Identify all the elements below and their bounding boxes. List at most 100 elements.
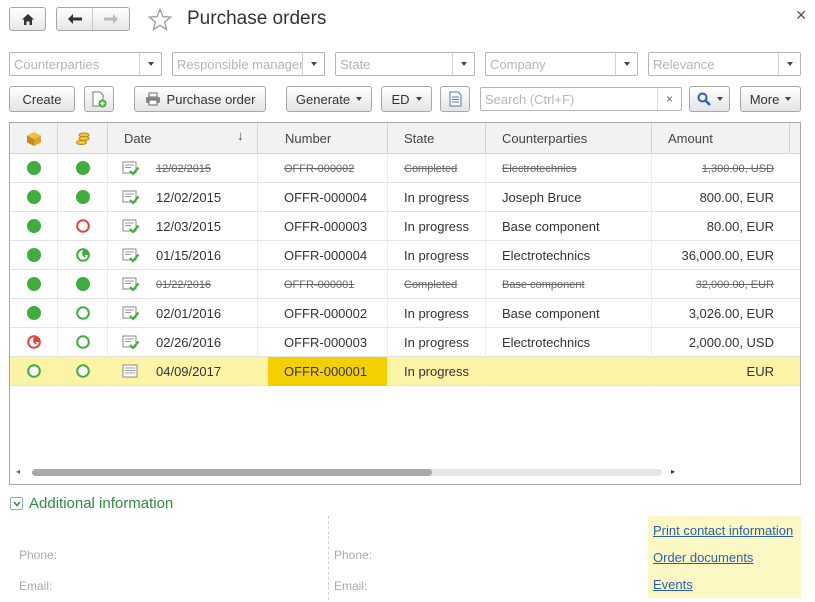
- more-button[interactable]: More: [740, 86, 801, 112]
- amount-cell: 800.00, EUR: [699, 190, 774, 205]
- state-cell: Completed: [388, 270, 486, 299]
- scroll-left-icon[interactable]: ◂: [16, 467, 20, 476]
- dropdown-button[interactable]: [139, 53, 161, 75]
- scrollbar-thumb[interactable]: [32, 469, 432, 476]
- dropdown-button[interactable]: [778, 53, 800, 75]
- received-status-cell: [10, 241, 58, 270]
- ed-button[interactable]: ED: [381, 86, 432, 112]
- generate-button[interactable]: Generate: [286, 86, 372, 112]
- table-row[interactable]: 04/09/2017 OFFR-000001 In progress EUR: [10, 357, 800, 386]
- counterparty-cell: Joseph Bruce: [486, 183, 652, 212]
- search-placeholder: Search (Ctrl+F): [485, 92, 575, 107]
- create-button[interactable]: Create: [9, 86, 75, 112]
- counterparty-cell: Electrotechnics: [486, 328, 652, 357]
- date-text: 12/03/2015: [156, 219, 222, 234]
- horizontal-scrollbar[interactable]: [32, 469, 662, 476]
- number-column-header[interactable]: Number: [258, 123, 388, 154]
- copy-document-button[interactable]: [84, 86, 114, 112]
- chevron-down-icon: [460, 62, 467, 66]
- arrow-right-icon: [104, 14, 118, 24]
- search-button[interactable]: [689, 86, 730, 112]
- number-cell[interactable]: OFFR-000004: [268, 241, 388, 270]
- counterparties-filter[interactable]: Counterparties: [9, 52, 162, 76]
- table-row[interactable]: 12/03/2015 OFFR-000003 In progress Base com…: [10, 212, 800, 241]
- document-posted-icon: [122, 190, 140, 205]
- date-text: 12/02/2015: [156, 190, 222, 205]
- dropdown-button[interactable]: [302, 53, 324, 75]
- amount-column-header[interactable]: Amount: [652, 123, 790, 154]
- table-row[interactable]: 02/26/2016 OFFR-000003 In progress Electrot…: [10, 328, 800, 357]
- purchase-order-label: Purchase order: [166, 91, 256, 107]
- date-text: 02/26/2016: [156, 335, 222, 350]
- payment-status-icon: [76, 219, 90, 233]
- counterparty-cell: [486, 357, 652, 386]
- relevance-filter[interactable]: Relevance: [648, 52, 801, 76]
- table-row[interactable]: 01/22/2016 OFFR-000001 Completed Base compo…: [10, 270, 800, 299]
- page-title: Purchase orders: [187, 8, 327, 29]
- number-cell[interactable]: OFFR-000004: [268, 183, 388, 212]
- paid-status-cell: [58, 241, 108, 270]
- state-filter-placeholder: State: [340, 57, 371, 72]
- generate-label: Generate: [295, 91, 351, 107]
- report-button[interactable]: [440, 86, 470, 112]
- forward-button[interactable]: [93, 8, 129, 30]
- email-label: Email:: [19, 579, 53, 593]
- create-button-label: Create: [22, 91, 62, 107]
- state-column-header[interactable]: State: [388, 123, 486, 154]
- chevron-down-icon: [786, 62, 793, 66]
- number-cell[interactable]: OFFR-000002: [268, 154, 388, 183]
- number-cell[interactable]: OFFR-000003: [268, 212, 388, 241]
- paid-column-header[interactable]: [58, 123, 108, 154]
- ed-label: ED: [391, 91, 410, 107]
- divider: [328, 516, 329, 600]
- date-cell: 01/22/2016: [108, 270, 258, 299]
- table-row[interactable]: 02/01/2016 OFFR-000002 In progress Base com…: [10, 299, 800, 328]
- number-cell[interactable]: OFFR-000001: [268, 357, 388, 386]
- status-circle-icon: [27, 190, 41, 204]
- counterparties-column-header[interactable]: Counterparties: [486, 123, 652, 154]
- search-input[interactable]: Search (Ctrl+F) ×: [480, 87, 682, 111]
- home-button[interactable]: [9, 7, 46, 31]
- number-cell[interactable]: OFFR-000003: [268, 328, 388, 357]
- document-posted-icon: [122, 161, 140, 176]
- document-list-icon: [449, 91, 461, 107]
- more-label: More: [749, 91, 780, 107]
- purchase-order-print-button[interactable]: Purchase order: [134, 86, 266, 112]
- star-icon[interactable]: [148, 8, 172, 31]
- responsible-manager-filter-placeholder: Responsible manager: [177, 57, 302, 72]
- payment-status-icon: [76, 161, 90, 175]
- company-filter[interactable]: Company: [485, 52, 638, 76]
- number-cell[interactable]: OFFR-000001: [268, 270, 388, 299]
- payment-status-icon: [76, 277, 90, 291]
- received-status-cell: [10, 154, 58, 183]
- status-circle-icon: [27, 219, 41, 233]
- chevron-down-icon: [356, 97, 363, 101]
- date-column-header[interactable]: Date ↓: [108, 123, 258, 154]
- received-column-header[interactable]: [10, 123, 58, 154]
- table-row[interactable]: 12/02/2015 OFFR-000004 In progress Joseph B…: [10, 183, 800, 212]
- additional-info-toggle[interactable]: Additional information: [10, 495, 173, 512]
- chevron-down-icon: [147, 62, 154, 66]
- number-cell[interactable]: OFFR-000002: [268, 299, 388, 328]
- clear-search-icon[interactable]: ×: [657, 88, 681, 110]
- dropdown-button[interactable]: [615, 53, 637, 75]
- dropdown-button[interactable]: [452, 53, 474, 75]
- table-row[interactable]: 01/15/2016 OFFR-000004 In progress Electrot…: [10, 241, 800, 270]
- state-cell: In progress: [388, 183, 486, 212]
- events-link[interactable]: Events: [653, 577, 693, 592]
- date-cell: 02/01/2016: [108, 299, 258, 328]
- print-contact-information-link[interactable]: Print contact information: [653, 523, 793, 538]
- scroll-right-icon[interactable]: ▸: [671, 467, 675, 476]
- order-documents-link[interactable]: Order documents: [653, 550, 753, 565]
- amount-cell: 2,000.00, USD: [688, 335, 774, 350]
- close-icon[interactable]: ✕: [795, 7, 807, 24]
- back-button[interactable]: [57, 8, 93, 30]
- responsible-manager-filter[interactable]: Responsible manager: [172, 52, 325, 76]
- home-icon: [21, 13, 34, 25]
- history-nav: [56, 7, 130, 31]
- orders-table: Date ↓ Number State Counterparties Amoun…: [9, 122, 801, 485]
- counterparty-cell: Electrotechnics: [486, 241, 652, 270]
- state-filter[interactable]: State: [335, 52, 475, 76]
- arrow-left-icon: [67, 14, 82, 24]
- table-row[interactable]: 12/02/2015 OFFR-000002 Completed Electrotec…: [10, 154, 800, 183]
